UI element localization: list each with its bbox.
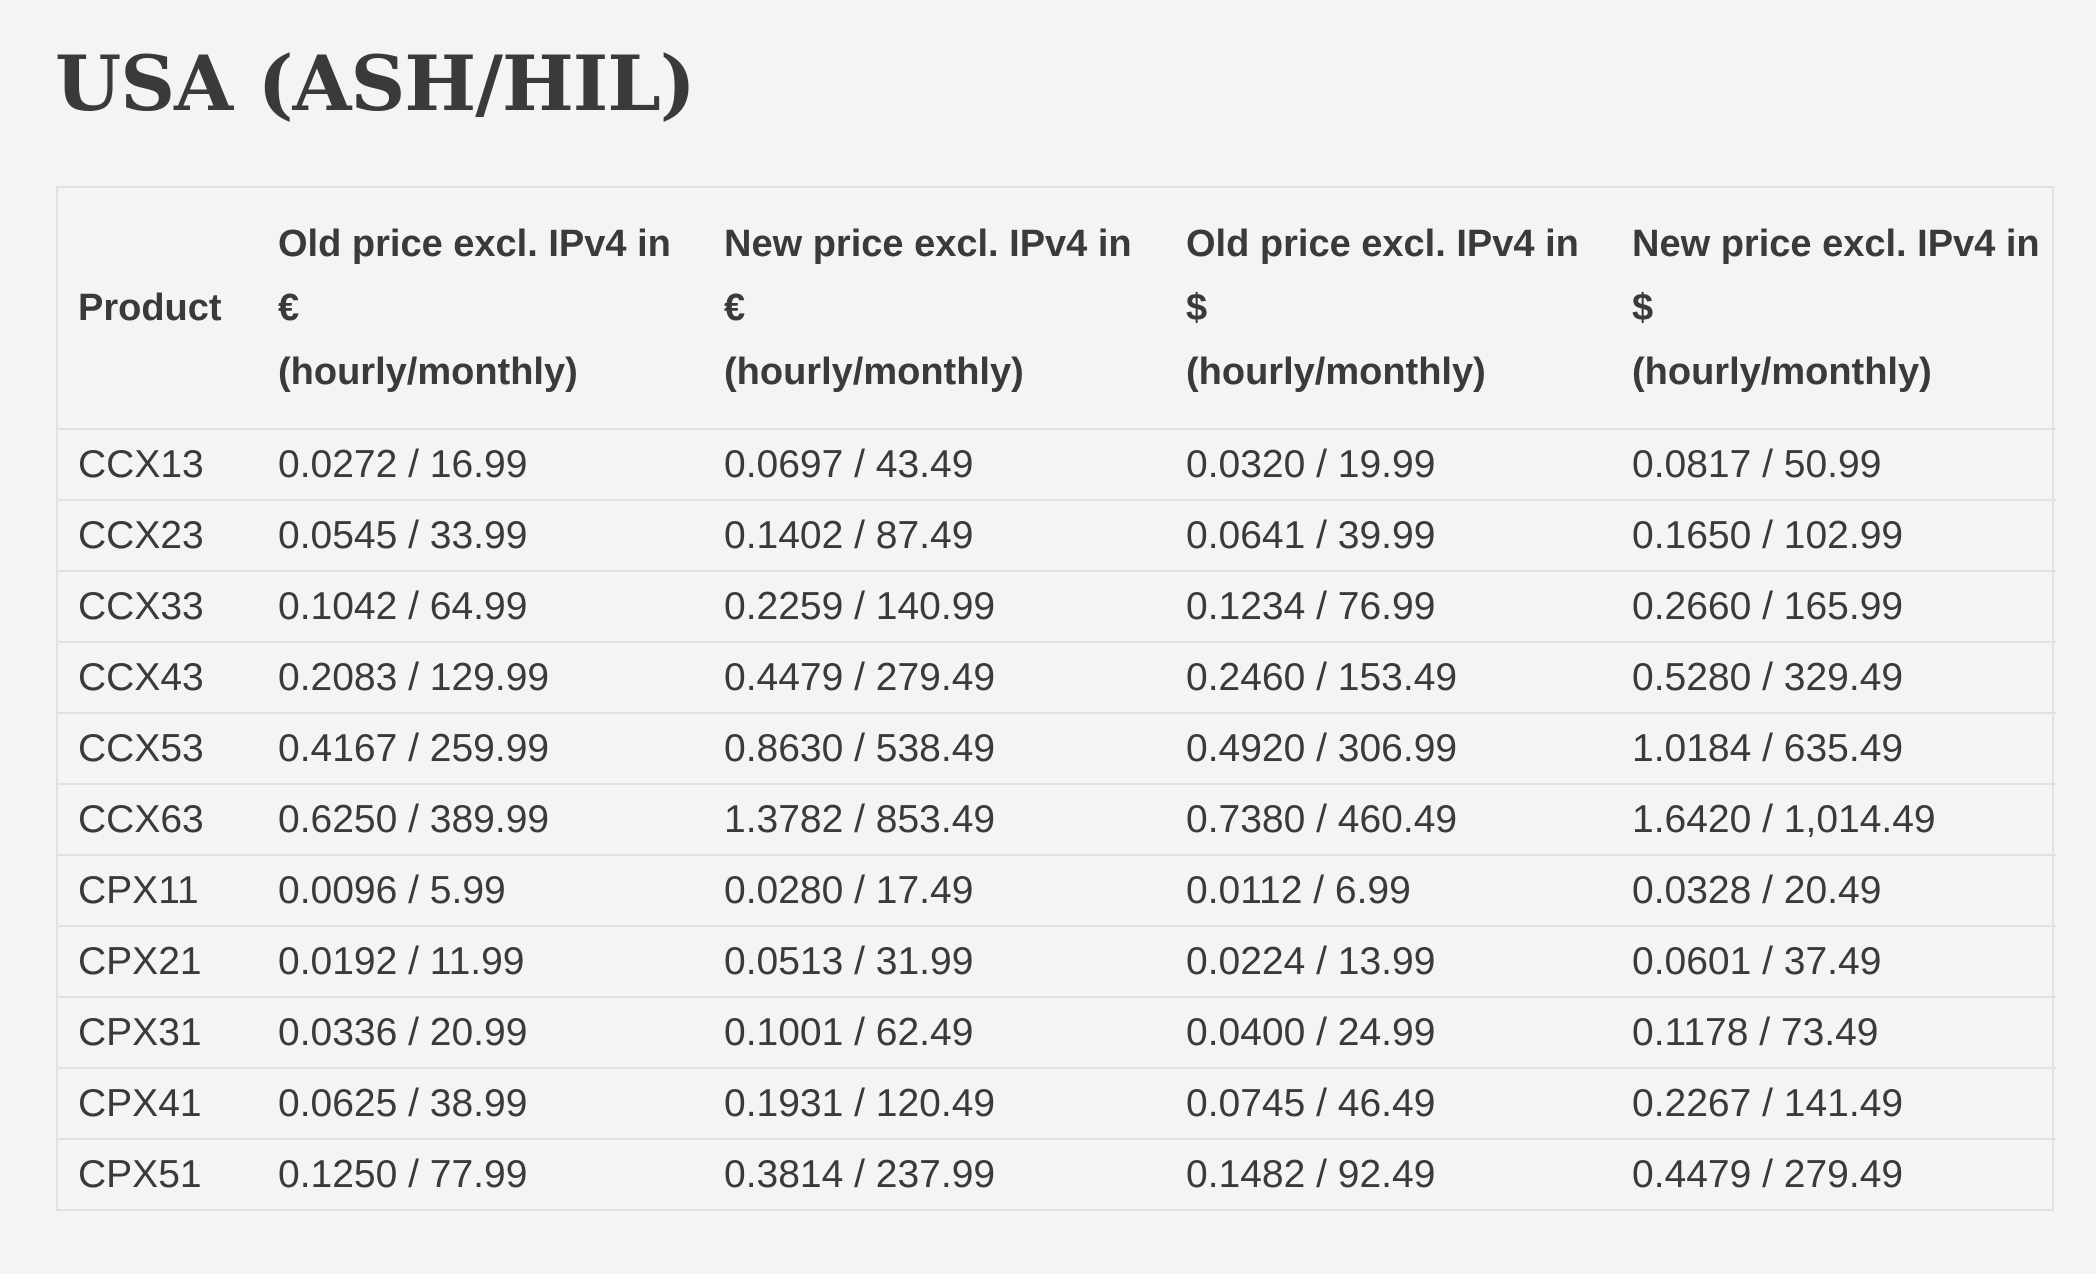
- table-body: CCX13 0.0272 / 16.99 0.0697 / 43.49 0.0320 …: [58, 429, 2056, 1209]
- table-row: CPX41 0.0625 / 38.99 0.1931 / 120.49 0.0745…: [58, 1067, 2056, 1139]
- header-product: Product: [58, 188, 258, 430]
- column-header-line: $: [1632, 287, 1654, 329]
- new-price-eur-cell: 0.0697 / 43.49: [724, 442, 974, 486]
- new-price-eur-cell: 0.4479 / 279.49: [704, 641, 1166, 713]
- old-price-usd-cell: 0.7380 / 460.49: [1166, 783, 1612, 855]
- old-price-eur-cell: 0.1042 / 64.99: [258, 570, 704, 642]
- old-price-usd-cell: 0.2460 / 153.49: [1166, 641, 1612, 713]
- column-header-line: (hourly/monthly): [278, 351, 578, 393]
- column-header-line: Old price excl. IPv4 in: [278, 223, 671, 265]
- old-price-usd-cell: 0.1482 / 92.49: [1166, 1138, 1612, 1209]
- product-cell: CCX43: [58, 641, 258, 713]
- new-price-eur-cell: 0.2259 / 140.99: [704, 570, 1166, 642]
- new-price-usd-cell: 0.1178 / 73.49: [1612, 996, 2056, 1068]
- table-row: CPX11 0.0096 / 5.99 0.0280 / 17.49 0.0112 /…: [58, 854, 2056, 926]
- old-price-usd-cell: 0.0641 / 39.99: [1166, 499, 1612, 571]
- table-row: CCX43 0.2083 / 129.99 0.4479 / 279.49 0.246…: [58, 641, 2056, 713]
- new-price-usd-cell: 1.0184 / 635.49: [1612, 712, 2056, 784]
- old-price-eur-cell: 0.4167 / 259.99: [258, 712, 704, 784]
- product-cell: CCX13: [78, 442, 204, 486]
- old-price-usd-cell: 0.1234 / 76.99: [1166, 570, 1612, 642]
- new-price-eur-cell: 0.3814 / 237.99: [704, 1138, 1166, 1209]
- old-price-eur-cell: 0.0272 / 16.99: [278, 442, 528, 486]
- column-header-line: €: [278, 287, 300, 329]
- old-price-eur-cell: 0.2083 / 129.99: [258, 641, 704, 713]
- old-price-usd-cell: 0.0320 / 19.99: [1186, 442, 1436, 486]
- column-header-line: (hourly/monthly): [1632, 351, 1932, 393]
- new-price-usd-cell: 0.2267 / 141.49: [1612, 1067, 2056, 1139]
- column-header-line: New price excl. IPv4 in: [724, 223, 1132, 265]
- table-row: CCX53 0.4167 / 259.99 0.8630 / 538.49 0.492…: [58, 712, 2056, 784]
- new-price-eur-cell: 0.1001 / 62.49: [704, 996, 1166, 1068]
- table-row: CPX51 0.1250 / 77.99 0.3814 / 237.99 0.1482…: [58, 1138, 2056, 1209]
- old-price-eur-cell: 0.0096 / 5.99: [258, 854, 704, 926]
- new-price-usd-cell: 0.1650 / 102.99: [1612, 499, 2056, 571]
- old-price-usd-cell: 0.0745 / 46.49: [1166, 1067, 1612, 1139]
- header-new-price-usd: New price excl. IPv4 in $ (hourly/monthly): [1612, 188, 2056, 430]
- new-price-eur-cell: 0.0280 / 17.49: [704, 854, 1166, 926]
- old-price-usd-cell: 0.0224 / 13.99: [1166, 925, 1612, 997]
- table-row: CPX21 0.0192 / 11.99 0.0513 / 31.99 0.0224 …: [58, 925, 2056, 997]
- old-price-eur-cell: 0.0545 / 33.99: [258, 499, 704, 571]
- product-cell: CPX21: [58, 925, 258, 997]
- table-row: CCX33 0.1042 / 64.99 0.2259 / 140.99 0.1234…: [58, 570, 2056, 642]
- old-price-eur-cell: 0.0192 / 11.99: [258, 925, 704, 997]
- product-cell: CPX41: [58, 1067, 258, 1139]
- product-cell: CCX33: [58, 570, 258, 642]
- column-header-line: Old price excl. IPv4 in: [1186, 223, 1579, 265]
- product-cell: CCX53: [58, 712, 258, 784]
- header-old-price-eur: Old price excl. IPv4 in € (hourly/monthly): [258, 188, 704, 430]
- new-price-usd-cell: 0.2660 / 165.99: [1612, 570, 2056, 642]
- new-price-eur-cell: 0.1931 / 120.49: [704, 1067, 1166, 1139]
- column-header-line: Product: [78, 287, 222, 329]
- product-cell: CCX63: [58, 783, 258, 855]
- header-old-price-usd: Old price excl. IPv4 in $ (hourly/monthly): [1166, 188, 1612, 430]
- old-price-usd-cell: 0.4920 / 306.99: [1166, 712, 1612, 784]
- new-price-usd-cell: 0.0601 / 37.49: [1612, 925, 2056, 997]
- product-cell: CPX11: [58, 854, 258, 926]
- pricing-table-container: Product Old price excl. IPv4 in € (hourly/m…: [56, 186, 2056, 1211]
- column-header-line: €: [724, 287, 746, 329]
- new-price-eur-cell: 0.0513 / 31.99: [704, 925, 1166, 997]
- table-row: CCX63 0.6250 / 389.99 1.3782 / 853.49 0.738…: [58, 783, 2056, 855]
- column-header-line: $: [1186, 287, 1208, 329]
- column-header-line: New price excl. IPv4 in: [1632, 223, 2040, 265]
- pricing-table: Product Old price excl. IPv4 in € (hourly/m…: [58, 188, 2056, 1209]
- new-price-eur-cell: 0.8630 / 538.49: [704, 712, 1166, 784]
- new-price-eur-cell: 0.1402 / 87.49: [704, 499, 1166, 571]
- new-price-usd-cell: 0.5280 / 329.49: [1612, 641, 2056, 713]
- table-row: CPX31 0.0336 / 20.99 0.1001 / 62.49 0.0400 …: [58, 996, 2056, 1068]
- old-price-eur-cell: 0.0336 / 20.99: [258, 996, 704, 1068]
- column-header-line: (hourly/monthly): [1186, 351, 1486, 393]
- table-header: Product Old price excl. IPv4 in € (hourly/m…: [58, 188, 2056, 430]
- old-price-eur-cell: 0.1250 / 77.99: [258, 1138, 704, 1209]
- new-price-usd-cell: 0.4479 / 279.49: [1612, 1138, 2056, 1209]
- product-cell: CCX23: [58, 499, 258, 571]
- old-price-usd-cell: 0.0112 / 6.99: [1166, 854, 1612, 926]
- old-price-eur-cell: 0.0625 / 38.99: [258, 1067, 704, 1139]
- old-price-eur-cell: 0.6250 / 389.99: [258, 783, 704, 855]
- header-row: Product Old price excl. IPv4 in € (hourly/m…: [58, 188, 2056, 430]
- new-price-usd-cell: 0.0328 / 20.49: [1612, 854, 2056, 926]
- column-header-line: (hourly/monthly): [724, 351, 1024, 393]
- table-row: CCX23 0.0545 / 33.99 0.1402 / 87.49 0.0641 …: [58, 499, 2056, 571]
- header-new-price-eur: New price excl. IPv4 in € (hourly/monthly): [704, 188, 1166, 430]
- new-price-eur-cell: 1.3782 / 853.49: [704, 783, 1166, 855]
- old-price-usd-cell: 0.0400 / 24.99: [1166, 996, 1612, 1068]
- page-title: USA (ASH/HIL): [55, 39, 696, 128]
- new-price-usd-cell: 1.6420 / 1,014.49: [1612, 783, 2056, 855]
- product-cell: CPX51: [58, 1138, 258, 1209]
- product-cell: CPX31: [58, 996, 258, 1068]
- new-price-usd-cell: 0.0817 / 50.99: [1632, 442, 1882, 486]
- table-row: CCX13 0.0272 / 16.99 0.0697 / 43.49 0.0320 …: [58, 429, 2056, 500]
